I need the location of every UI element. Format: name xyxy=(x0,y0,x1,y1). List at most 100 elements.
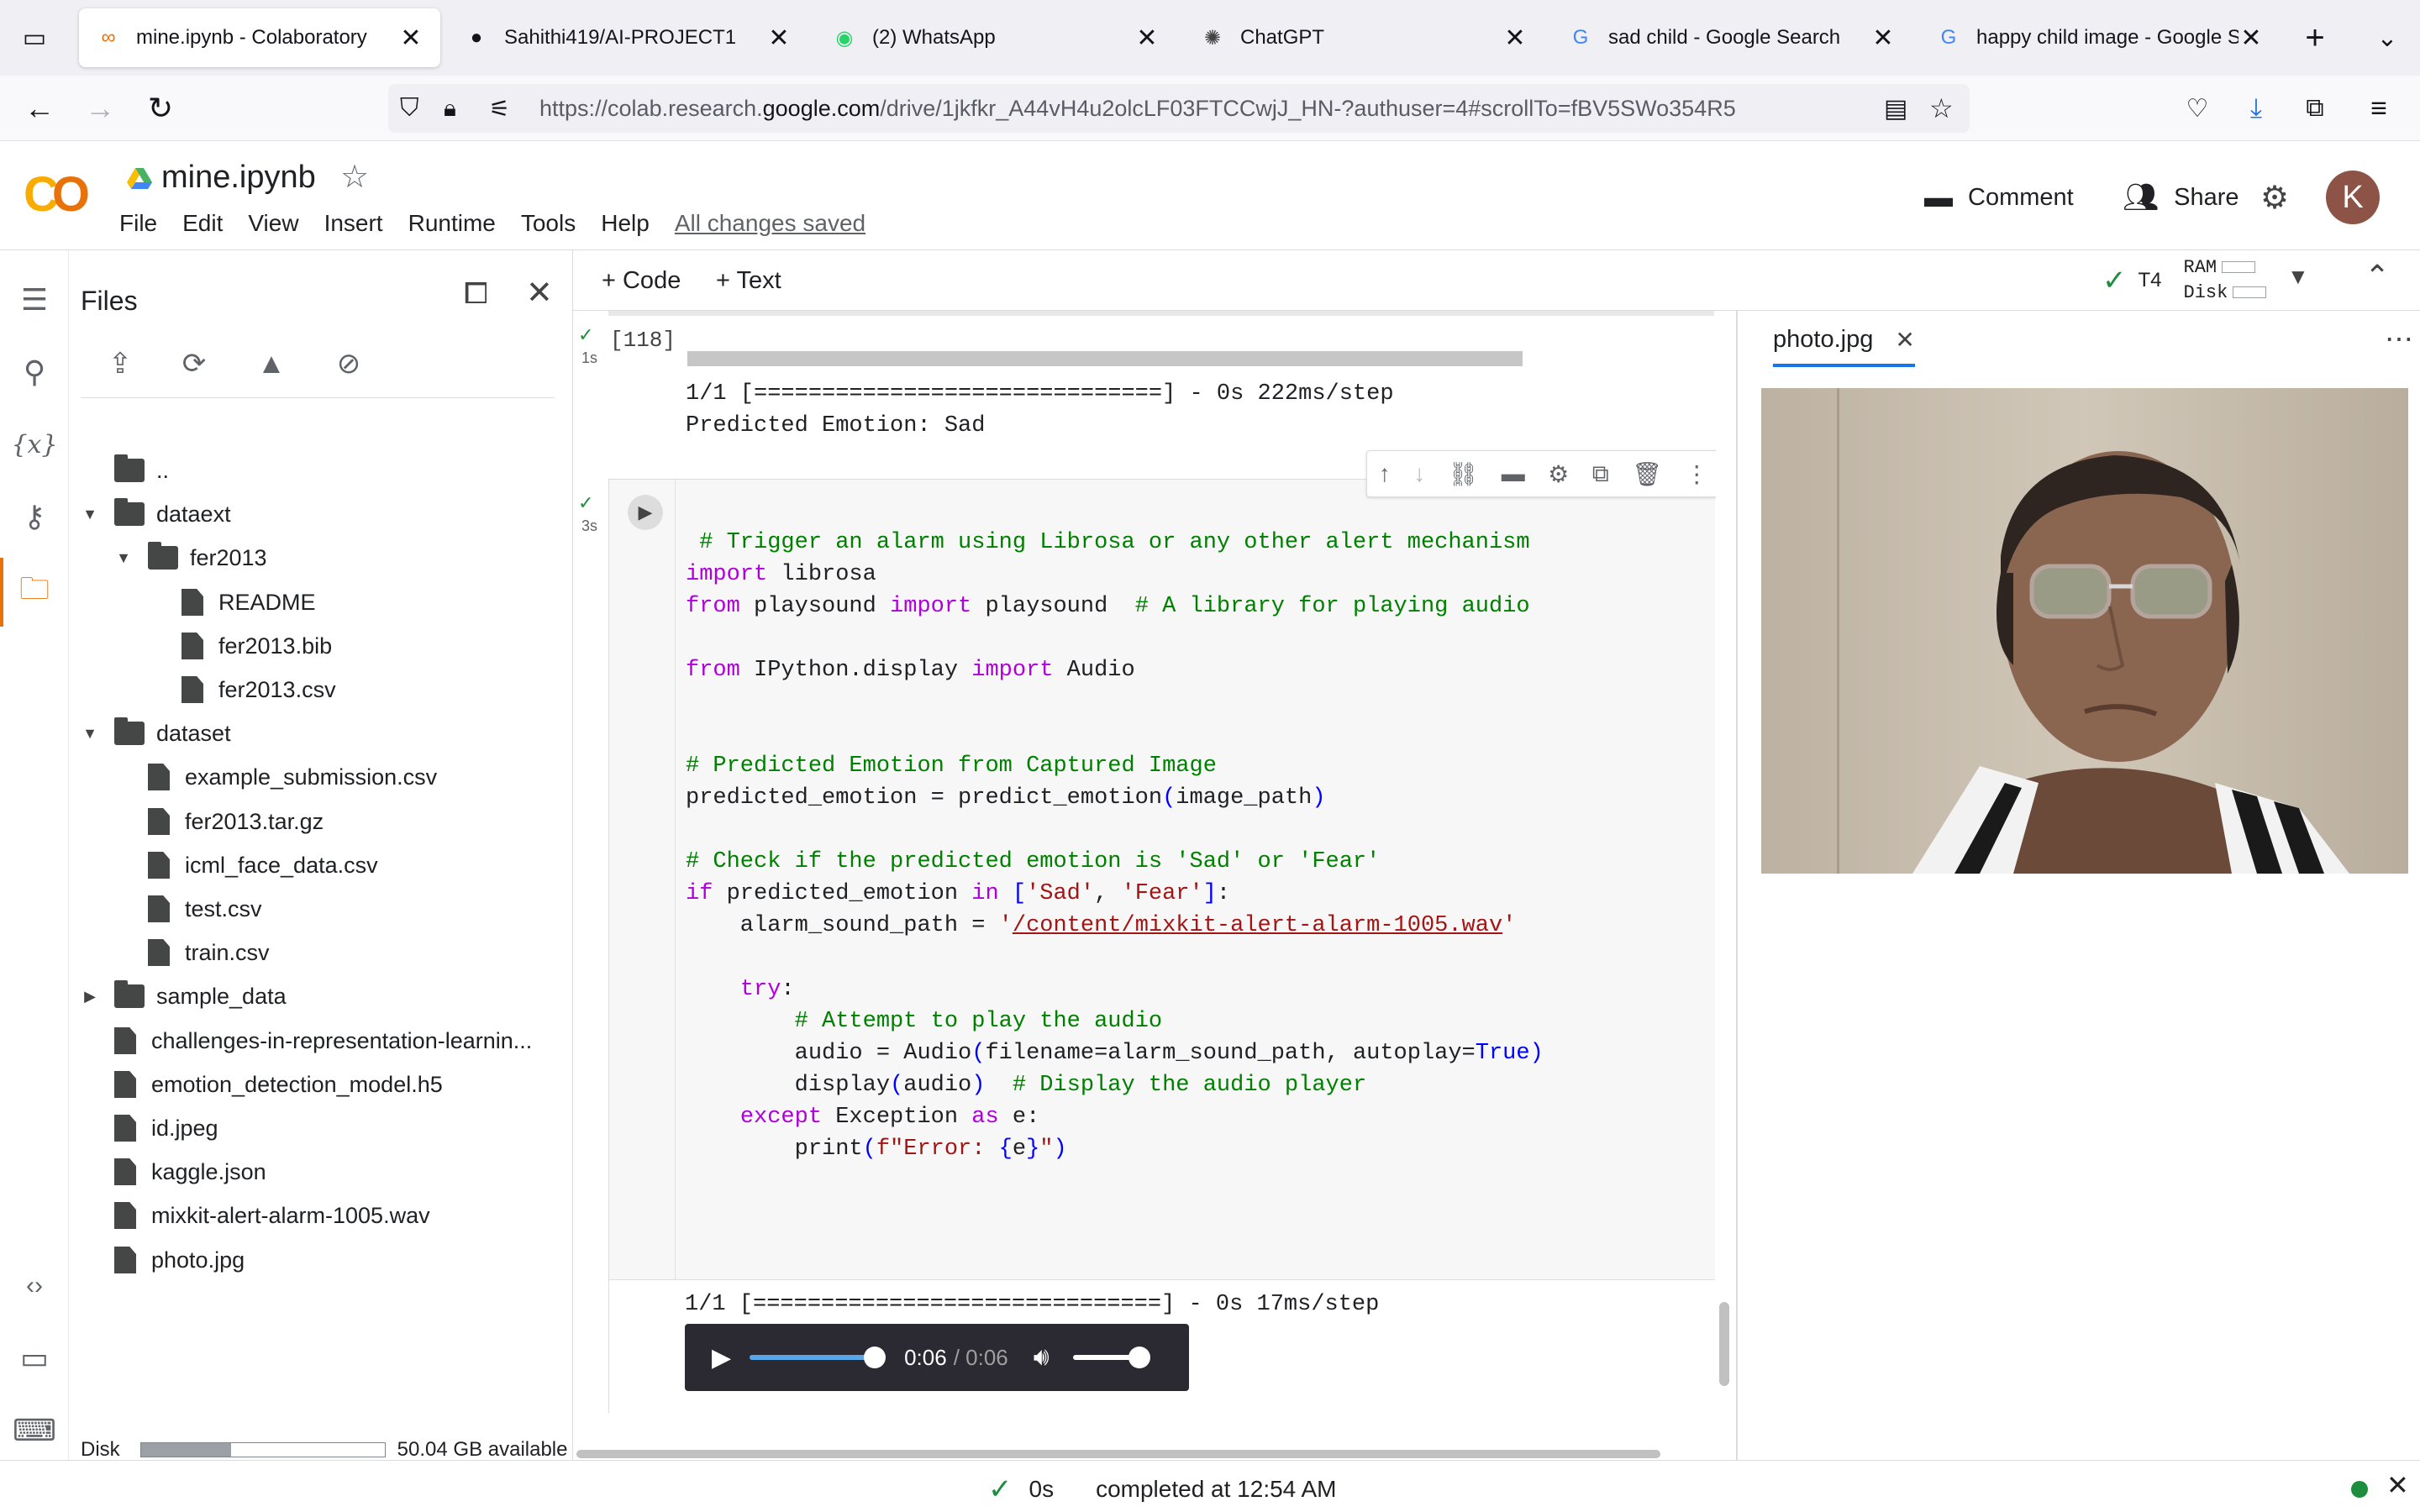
horizontal-scrollbar-thumb[interactable] xyxy=(576,1450,1660,1458)
permissions-icon[interactable]: ⚟ xyxy=(489,95,510,123)
file-row[interactable]: photo.jpg xyxy=(81,1242,245,1278)
volume-icon[interactable]: 🔊︎ xyxy=(1034,1343,1050,1372)
drive-icon[interactable] xyxy=(126,165,153,192)
notebook-scrollbar[interactable] xyxy=(1716,311,1733,1460)
reload-icon[interactable]: ↻ xyxy=(139,87,182,129)
file-row[interactable]: kaggle.json xyxy=(81,1153,266,1190)
colab-logo[interactable]: CO xyxy=(24,166,94,222)
move-up-icon[interactable]: ↑ xyxy=(1379,460,1391,487)
new-window-icon[interactable]: ⧠ xyxy=(464,276,488,312)
menu-item[interactable]: Help xyxy=(601,210,650,237)
file-row[interactable]: mixkit-alert-alarm-1005.wav xyxy=(81,1197,430,1234)
more-options-icon[interactable]: ⋮ xyxy=(1685,460,1708,488)
comment-cell-icon[interactable]: ▬ xyxy=(1502,460,1525,487)
move-down-icon[interactable]: ↓ xyxy=(1413,460,1425,487)
audio-seek-slider[interactable] xyxy=(750,1347,886,1368)
close-tab-icon[interactable]: ✕ xyxy=(1895,326,1914,354)
bookmark-star-icon[interactable]: ☆ xyxy=(1929,92,1954,124)
link-icon[interactable]: ⛓ xyxy=(1449,460,1479,488)
chevron-down-icon[interactable]: ⌄ xyxy=(2366,17,2408,59)
browser-tab[interactable]: ● Sahithi419/AI-PROJECT1 ✕ xyxy=(447,8,808,67)
add-code-button[interactable]: + Code xyxy=(602,267,681,295)
file-row[interactable]: train.csv xyxy=(114,934,270,971)
code-snippets-icon[interactable]: ‹› xyxy=(15,1267,54,1305)
scrollbar-thumb[interactable] xyxy=(1719,1302,1729,1386)
share-button[interactable]: 👥︎ Share xyxy=(2123,176,2239,218)
menu-item[interactable]: Edit xyxy=(182,210,223,237)
comment-button[interactable]: ▬ Comment xyxy=(1924,176,2074,218)
mirror-cell-icon[interactable]: ⧉ xyxy=(1592,460,1609,488)
audio-player[interactable]: ▶ 0:06 / 0:06 🔊︎ xyxy=(685,1324,1189,1391)
file-row[interactable]: icml_face_data.csv xyxy=(114,847,378,884)
tab-close-icon[interactable]: ✕ xyxy=(1870,24,1896,53)
avatar[interactable]: K xyxy=(2326,171,2380,224)
menu-item[interactable]: File xyxy=(119,210,157,237)
folder-row[interactable]: ▶ sample_data xyxy=(81,978,287,1015)
browser-tab[interactable]: ◉ (2) WhatsApp ✕ xyxy=(815,8,1176,67)
caret-down-icon[interactable]: ▼ xyxy=(81,725,99,743)
settings-gear-icon[interactable]: ⚙ xyxy=(2260,176,2289,218)
file-row[interactable]: fer2013.bib xyxy=(148,627,332,664)
add-text-button[interactable]: + Text xyxy=(716,267,781,295)
browser-tab[interactable]: ∞ mine.ipynb - Colaboratory ✕ xyxy=(79,8,440,67)
file-row[interactable]: example_submission.csv xyxy=(114,759,437,795)
file-row[interactable]: test.csv xyxy=(114,890,262,927)
file-row[interactable]: emotion_detection_model.h5 xyxy=(81,1066,443,1103)
runtime-dropdown-icon[interactable]: ▼ xyxy=(2287,264,2309,290)
collapse-header-icon[interactable]: ⌃ xyxy=(2365,259,2390,294)
star-icon[interactable]: ☆ xyxy=(340,158,369,196)
tab-list-icon[interactable]: ▭ xyxy=(13,17,55,59)
runtime-resources[interactable]: ✓ T4 RAM Disk xyxy=(2102,255,2267,306)
tab-close-icon[interactable]: ✕ xyxy=(766,24,792,53)
app-menu-icon[interactable]: ≡ xyxy=(2358,87,2400,129)
caret-down-icon[interactable]: ▼ xyxy=(114,549,133,567)
tab-close-icon[interactable]: ✕ xyxy=(2238,24,2264,53)
caret-right-icon[interactable]: ▶ xyxy=(81,988,99,1005)
tab-close-icon[interactable]: ✕ xyxy=(398,24,424,53)
back-icon[interactable]: ← xyxy=(18,87,60,129)
folder-icon[interactable]: 🗀︎ xyxy=(15,571,54,612)
file-row[interactable]: README xyxy=(148,584,316,621)
caret-down-icon[interactable]: ▼ xyxy=(81,506,99,523)
mount-drive-icon[interactable]: ▲ xyxy=(250,343,292,385)
new-tab-icon[interactable]: + xyxy=(2294,17,2336,59)
shield-icon[interactable]: ⛉ xyxy=(400,94,419,123)
variables-icon[interactable]: {x} xyxy=(11,425,57,464)
execution-status[interactable]: ✓ 0s completed at 12:54 AM xyxy=(988,1473,1336,1506)
upload-icon[interactable]: ⇪ xyxy=(99,343,141,385)
menu-item[interactable]: Insert xyxy=(324,210,383,237)
file-row[interactable]: fer2013.tar.gz xyxy=(114,803,324,840)
cell-settings-icon[interactable]: ⚙ xyxy=(1548,460,1569,488)
menu-item[interactable]: View xyxy=(248,210,298,237)
save-status-link[interactable]: All changes saved xyxy=(675,210,865,237)
pocket-icon[interactable]: ♡ xyxy=(2176,87,2218,129)
horizontal-scrollbar[interactable] xyxy=(573,1446,1716,1460)
folder-row[interactable]: ▼ dataext xyxy=(81,496,231,533)
forward-icon[interactable]: → xyxy=(79,87,121,129)
browser-tab[interactable]: Gsad child - Google Search ✕ xyxy=(1551,8,1912,67)
extensions-icon[interactable]: ⧉ xyxy=(2294,87,2336,129)
tab-close-icon[interactable]: ✕ xyxy=(1134,24,1160,53)
reader-view-icon[interactable]: ▤ xyxy=(1884,94,1907,123)
close-icon[interactable]: ✕ xyxy=(2386,1469,2409,1501)
browser-tab[interactable]: ✺ ChatGPT ✕ xyxy=(1183,8,1544,67)
delete-icon[interactable]: 🗑︎ xyxy=(1632,460,1662,488)
refresh-folder-icon[interactable]: ⟳ xyxy=(173,343,215,385)
run-cell-button[interactable]: ▶ xyxy=(628,495,663,530)
file-row[interactable]: challenges-in-representation-learnin... xyxy=(81,1022,532,1059)
file-row[interactable]: fer2013.csv xyxy=(148,671,336,708)
key-icon[interactable]: ⚷ xyxy=(15,497,54,536)
downloads-icon[interactable]: ⤓ xyxy=(2235,87,2277,129)
tab-close-icon[interactable]: ✕ xyxy=(1502,24,1528,53)
close-icon[interactable]: ✕ xyxy=(526,274,553,312)
lock-icon[interactable]: 🔒︎ xyxy=(444,95,456,123)
search-icon[interactable]: ⚲ xyxy=(15,353,54,391)
menu-item[interactable]: Runtime xyxy=(408,210,496,237)
command-palette-icon[interactable]: ▭ xyxy=(15,1339,54,1378)
file-row[interactable]: id.jpeg xyxy=(81,1110,218,1147)
terminal-icon[interactable]: ⌨ xyxy=(13,1411,56,1450)
hide-files-icon[interactable]: ⊘ xyxy=(328,343,370,385)
viewer-tab[interactable]: photo.jpg ✕ xyxy=(1773,326,1915,367)
code-editor[interactable]: # Trigger an alarm using Librosa or any … xyxy=(675,480,1715,1279)
code-cell[interactable]: ▶ # Trigger an alarm using Librosa or an… xyxy=(608,479,1715,1414)
